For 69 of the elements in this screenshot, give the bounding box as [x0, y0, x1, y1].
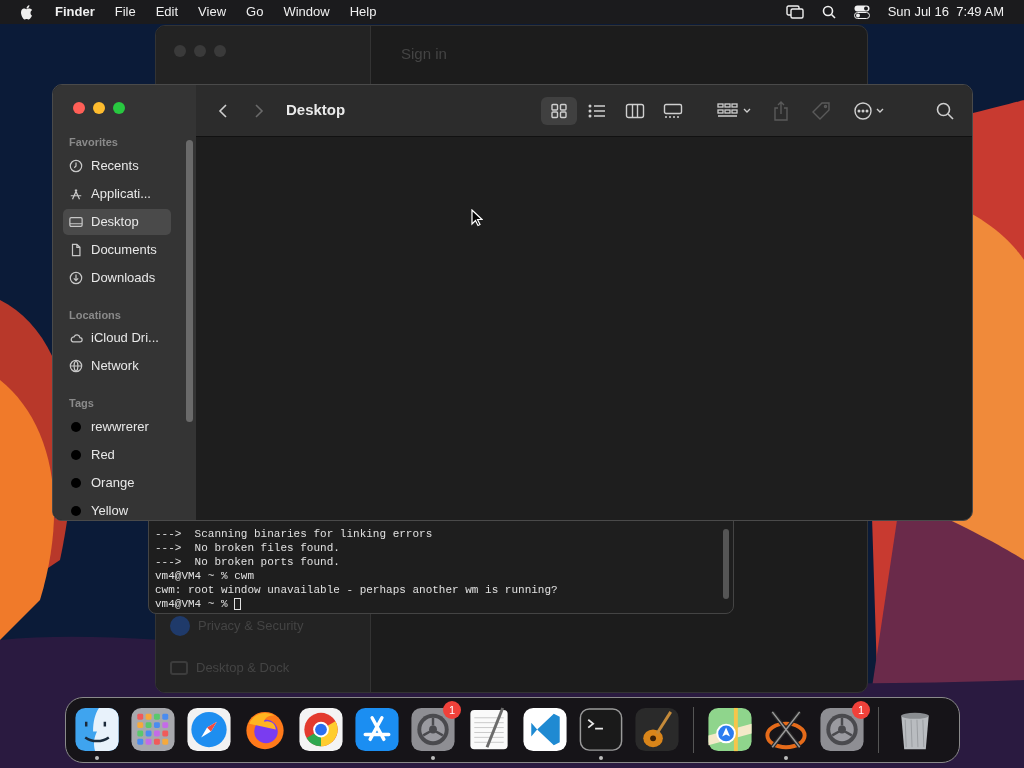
clock-icon [69, 158, 83, 173]
sidebar-item[interactable]: Applicati... [63, 180, 171, 207]
app-store-icon[interactable] [353, 706, 401, 754]
terminal-line: vm4@VM4 ~ % cwm [155, 569, 255, 583]
zoom-button[interactable] [113, 102, 125, 114]
columns-icon [625, 102, 646, 119]
guitar-icon[interactable] [633, 706, 681, 754]
menu-item[interactable]: Edit [155, 2, 179, 22]
menu-item[interactable]: Go [246, 2, 264, 22]
globe-icon [69, 359, 83, 373]
menu-item[interactable]: View [198, 2, 227, 22]
window-title: Desktop [286, 100, 346, 121]
grid-icon [549, 102, 570, 119]
sidebar-heading: Locations [69, 307, 121, 323]
sidebar-item[interactable]: Network [63, 353, 171, 379]
search-icon[interactable] [821, 5, 836, 19]
terminal-icon[interactable] [577, 706, 625, 754]
sidebar-item[interactable]: Downloads [63, 264, 171, 291]
sidebar-item[interactable]: Red [63, 441, 171, 468]
sidebar-item[interactable]: rewwrerer [63, 413, 171, 440]
menu-item[interactable]: Window [283, 2, 330, 22]
sidebar-heading: Favorites [69, 135, 118, 150]
windows-icon[interactable] [785, 5, 804, 19]
gear-icon[interactable] [818, 706, 866, 754]
app-grid-icon[interactable] [129, 706, 177, 754]
desktop-icon [69, 214, 83, 229]
code-editor-icon[interactable] [521, 706, 569, 754]
forward-icon[interactable] [252, 102, 266, 119]
sidebar-heading: Tags [69, 396, 94, 411]
menu-item[interactable]: Help [349, 2, 377, 22]
menu-clock[interactable]: Sun Jul 16 7:49 AM [887, 2, 1004, 22]
terminal-line: cwm: root window unavailable - perhaps another wm is running? [155, 583, 558, 597]
close-button[interactable] [73, 102, 85, 114]
terminal-prompt: vm4@VM4 ~ % [155, 597, 228, 611]
scroll-bar [723, 529, 729, 599]
list-icon [587, 102, 608, 119]
gear-icon[interactable] [409, 706, 457, 754]
sidebar-item[interactable]: iCloud Dri... [63, 325, 171, 351]
sidebar-item[interactable]: Orange [63, 469, 171, 496]
back-icon[interactable] [216, 102, 230, 119]
sidebar-item[interactable]: Yellow [63, 497, 171, 520]
cloud-icon [69, 331, 83, 345]
text-cursor [233, 598, 241, 610]
terminal-line: ---> Scanning binaries for linking errors [155, 527, 433, 541]
icon-view-button[interactable] [541, 96, 578, 125]
notification-badge: 1 [443, 701, 461, 719]
pointer-icon [471, 209, 483, 227]
finder-face-icon[interactable] [73, 706, 121, 754]
toggles-icon[interactable] [853, 5, 870, 19]
notification-badge: 1 [852, 701, 870, 719]
gallery-icon [663, 102, 684, 119]
dock-separator [878, 707, 879, 753]
download-icon [69, 270, 83, 285]
sidebar-item[interactable]: Desktop [63, 208, 171, 235]
search-icon[interactable] [936, 101, 954, 120]
minimize-button[interactable] [93, 102, 105, 114]
document-icon [69, 242, 83, 257]
sidebar-item[interactable]: Recents [63, 152, 171, 179]
menu-item[interactable]: File [114, 2, 136, 22]
apps-icon [69, 186, 83, 201]
terminal-line: ---> No broken files found. [155, 541, 340, 555]
terminal-line: ---> No broken ports found. [155, 555, 340, 569]
menu-item[interactable]: Finder [55, 2, 95, 22]
map-icon[interactable] [706, 706, 754, 754]
apple-logo-icon[interactable] [20, 4, 33, 20]
dock-icon [170, 660, 188, 675]
sidebar-item[interactable]: Documents [63, 236, 171, 263]
dock-separator [693, 707, 694, 753]
compass-icon[interactable] [185, 706, 233, 754]
